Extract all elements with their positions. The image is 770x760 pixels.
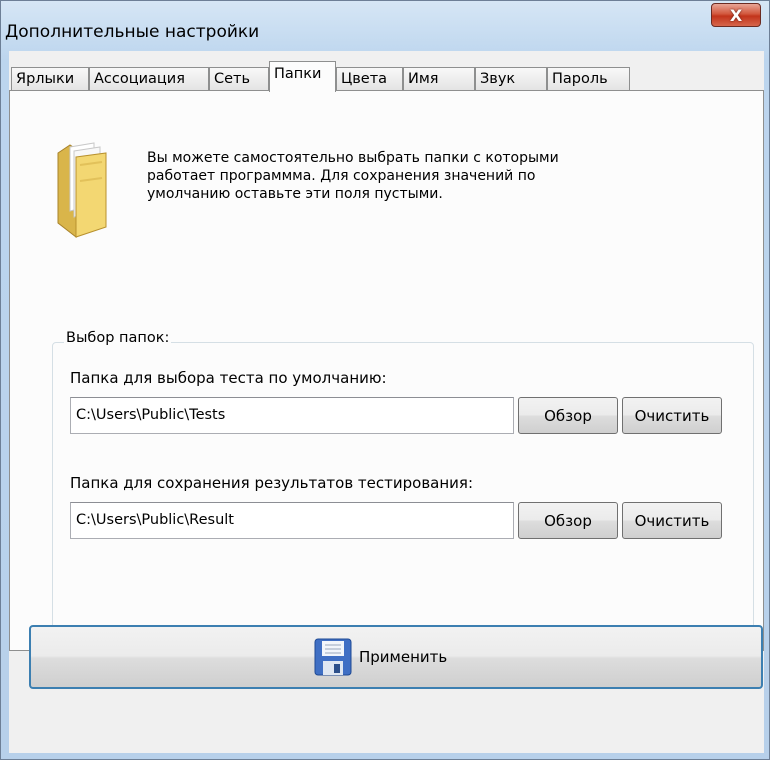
tab-association[interactable]: Ассоциация (89, 67, 209, 91)
tests-clear-button[interactable]: Очистить (622, 397, 722, 434)
info-line: Вы можете самостоятельно выбрать папки с… (147, 150, 559, 166)
info-line: умолчанию оставьте эти поля пустыми. (147, 186, 443, 202)
window-title: Дополнительные настройки (5, 22, 260, 42)
apply-button-label: Применить (359, 648, 448, 666)
tab-shortcuts[interactable]: Ярлыки (11, 67, 89, 91)
close-button[interactable]: X (711, 3, 761, 27)
tab-strip: Ярлыки Ассоциация Сеть Папки Цвета Имя З… (9, 59, 749, 92)
folders-panel: Вы можете самостоятельно выбрать папки с… (9, 90, 764, 651)
close-icon: X (729, 5, 743, 25)
info-line: работает программма. Для сохранения знач… (147, 168, 536, 184)
info-text: Вы можете самостоятельно выбрать папки с… (147, 149, 667, 203)
tests-folder-label: Папка для выбора теста по умолчанию: (70, 369, 387, 387)
results-browse-button[interactable]: Обзор (518, 502, 618, 539)
floppy-disk-icon (314, 638, 352, 676)
results-folder-label: Папка для сохранения результатов тестиро… (70, 474, 473, 492)
tab-password[interactable]: Пароль (547, 67, 630, 91)
tab-colors[interactable]: Цвета (336, 67, 403, 91)
tab-name[interactable]: Имя (403, 67, 475, 91)
tests-folder-input[interactable]: C:\Users\Public\Tests (70, 397, 514, 434)
apply-button-content: Применить (313, 637, 447, 677)
apply-button[interactable]: Применить (29, 625, 763, 689)
tab-sound[interactable]: Звук (475, 67, 547, 91)
tests-browse-button[interactable]: Обзор (518, 397, 618, 434)
folder-icon (50, 141, 110, 245)
tab-network[interactable]: Сеть (209, 67, 269, 91)
results-folder-input[interactable]: C:\Users\Public\Result (70, 502, 514, 539)
settings-window: Дополнительные настройки X Ярлыки Ассоци… (0, 0, 770, 760)
title-bar: Дополнительные настройки X (1, 1, 769, 51)
folders-group-title: Выбор папок: (64, 330, 172, 346)
tab-folders[interactable]: Папки (269, 61, 336, 92)
results-clear-button[interactable]: Очистить (622, 502, 722, 539)
